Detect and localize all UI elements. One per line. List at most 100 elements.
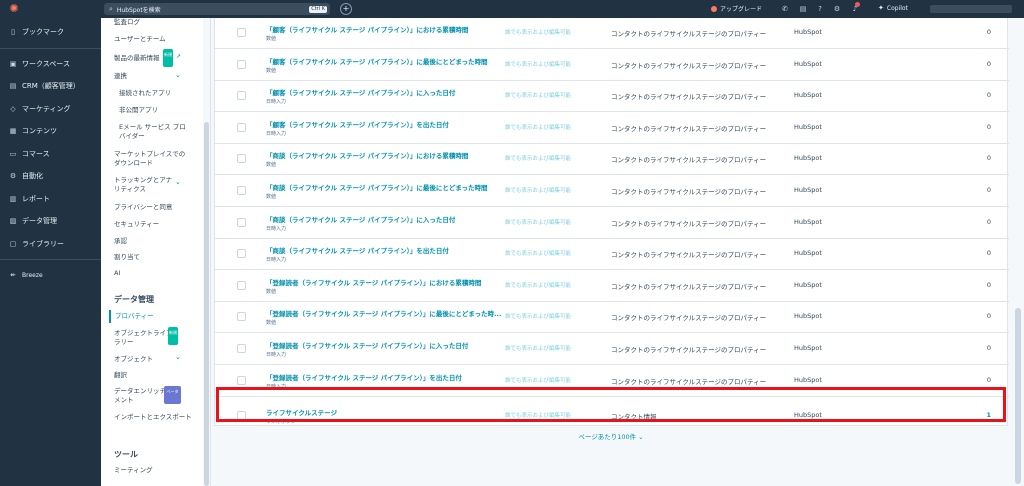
settings-scrollbar[interactable] (203, 18, 210, 486)
property-created-by: HubSpot (794, 312, 822, 321)
create-new-button[interactable]: + (340, 3, 352, 15)
row-checkbox[interactable] (237, 186, 246, 195)
table-row[interactable]: 「商談（ライフサイクル ステージ パイプライン）」における累積時間 数値 誰でも表示… (215, 144, 1009, 176)
property-field-type: 数値 (266, 320, 277, 327)
settings-item-integrations[interactable]: 連携 (114, 72, 127, 81)
settings-item-email-provider[interactable]: Eメール サービス プロ (119, 123, 186, 132)
settings-item-approvals[interactable]: 承認 (114, 237, 127, 246)
nav-item-reports[interactable]: ▥ レポート (0, 188, 101, 211)
settings-item-audit-log[interactable]: 監査ログ (114, 18, 140, 27)
row-checkbox[interactable] (237, 312, 246, 322)
settings-item-objects[interactable]: オブジェクト (114, 355, 153, 364)
settings-item-data-enrichment[interactable]: データエンリッチ (114, 387, 166, 396)
settings-item-connected-apps[interactable]: 接続されたアプリ (119, 89, 171, 98)
property-name-link[interactable]: 「商談（ライフサイクル ステージ パイプライン）」を出た日付 (266, 245, 449, 255)
settings-item-security[interactable]: セキュリティー (114, 220, 159, 229)
settings-item-privacy[interactable]: プライバシーと同意 (114, 203, 172, 212)
settings-item-object-library-cont[interactable]: ラリー (114, 338, 134, 347)
main-scrollbar[interactable] (1014, 18, 1022, 486)
nav-item-crm[interactable]: ▤ CRM（顧客管理） (0, 75, 101, 98)
property-name-link[interactable]: 「顧客（ライフサイクル ステージ パイプライン）」に最後にとどまった時間 (266, 56, 488, 66)
nav-item-bookmarks[interactable]: ▯ ブックマーク (0, 21, 101, 44)
table-row[interactable]: 「顧客（ライフサイクル ステージ パイプライン）」に入った日付 日時入力 誰でも表示… (215, 81, 1009, 113)
table-row[interactable]: 「登録読者（ライフサイクル ステージ パイプライン）」に最後にとどまった時...… (215, 302, 1009, 334)
main-scrollbar-thumb[interactable] (1015, 308, 1021, 484)
property-name-link[interactable]: 「登録読者（ライフサイクル ステージ パイプライン）」における累積時間 (266, 277, 481, 287)
row-checkbox[interactable] (237, 280, 246, 290)
settings-item-properties[interactable]: プロパティー (109, 310, 154, 323)
table-row[interactable]: 「商談（ライフサイクル ステージ パイプライン）」に最後にとどまった時間 数値 誰で… (215, 176, 1009, 207)
nav-item-breeze[interactable]: ↞ Breeze (0, 264, 101, 287)
table-row[interactable]: 「登録読者（ライフサイクル ステージ パイプライン）」における累積時間 数値 誰でも… (215, 271, 1009, 302)
settings-gear-icon[interactable]: ⚙ (832, 4, 842, 14)
property-name-link[interactable]: 「登録読者（ライフサイクル ステージ パイプライン）」を出た日付 (266, 372, 462, 382)
settings-item-product-updates[interactable]: 製品の最新情報 (114, 54, 160, 63)
row-checkbox[interactable] (237, 249, 246, 259)
table-row[interactable]: 「商談（ライフサイクル ステージ パイプライン）」に入った日付 日時入力 誰でも表示… (215, 208, 1009, 239)
property-name-link[interactable]: 「商談（ライフサイクル ステージ パイプライン）」に最後にとどまった時間 (266, 182, 488, 192)
settings-scrollbar-thumb[interactable] (204, 122, 209, 486)
table-row[interactable]: 「顧客（ライフサイクル ステージ パイプライン）」に最後にとどまった時間 数値 誰で… (215, 50, 1009, 81)
calling-icon[interactable]: ✆ (780, 4, 790, 14)
section-header-data-management: データ管理 (114, 295, 154, 304)
table-row[interactable]: 「顧客（ライフサイクル ステージ パイプライン）」における累積時間 数値 誰でも表示… (215, 18, 1009, 49)
settings-item-translation[interactable]: 翻訳 (114, 371, 127, 380)
nav-item-library[interactable]: ▢ ライブラリー (0, 233, 101, 256)
property-name-link[interactable]: 「顧客（ライフサイクル ステージ パイプライン）」における累積時間 (266, 24, 468, 34)
help-icon[interactable]: ? (815, 4, 825, 14)
row-checkbox[interactable] (237, 154, 246, 164)
property-field-type: 数値 (266, 36, 277, 42)
table-row[interactable]: 「顧客（ライフサイクル ステージ パイプライン）」を出た日付 日時入力 誰でも表示お… (215, 113, 1009, 144)
property-field-type: 日時入力 (266, 225, 287, 232)
nav-item-marketing[interactable]: ◇ マーケティング (0, 98, 101, 121)
settings-item-meetings[interactable]: ミーティング (114, 466, 153, 475)
property-name-link[interactable]: 「登録読者（ライフサイクル ステージ パイプライン）」に入った日付 (266, 340, 468, 350)
settings-item-object-library[interactable]: オブジェクトライブ (114, 329, 173, 338)
table-row[interactable]: 「登録読者（ライフサイクル ステージ パイプライン）」に入った日付 日時入力 誰でも… (215, 334, 1009, 365)
external-link-icon[interactable]: ↗ (176, 53, 181, 60)
nav-item-commerce[interactable]: ▭ コマース (0, 143, 101, 166)
property-name-link[interactable]: 「商談（ライフサイクル ステージ パイプライン）」に入った日付 (266, 214, 455, 224)
settings-item-data-enrichment-cont[interactable]: メント (114, 396, 134, 405)
settings-item-ai[interactable]: AI (114, 269, 120, 278)
settings-item-private-apps[interactable]: 非公開アプリ (119, 106, 158, 115)
account-menu[interactable] (930, 5, 1012, 13)
chevron-down-icon[interactable]: ⌄ (175, 178, 181, 186)
global-search-input[interactable]: ⌕ HubSpotを検索 Ctrl K (104, 3, 330, 15)
automation-icon: ⚙ (9, 172, 17, 181)
settings-item-tracking-cont[interactable]: リティクス (114, 185, 146, 194)
property-name-link[interactable]: 「顧客（ライフサイクル ステージ パイプライン）」に入った日付 (266, 87, 455, 97)
hubspot-logo-icon[interactable]: ✺ (7, 2, 21, 16)
nav-item-automation[interactable]: ⚙ 自動化 (0, 165, 101, 188)
upgrade-button[interactable]: アップグレード (711, 4, 762, 13)
row-checkbox[interactable] (237, 91, 246, 101)
property-created-by: HubSpot (794, 28, 822, 36)
settings-item-users-teams[interactable]: ユーザーとチーム (114, 35, 166, 44)
chevron-down-icon[interactable]: ⌄ (175, 353, 181, 361)
row-checkbox[interactable] (237, 59, 246, 69)
nav-item-data-management[interactable]: ▨ データ管理 (0, 210, 101, 233)
row-checkbox[interactable] (237, 217, 246, 227)
page-size-selector[interactable]: ページあたり100件 ⌄ (214, 431, 1008, 441)
row-checkbox[interactable] (237, 344, 246, 353)
settings-item-marketplace-downloads[interactable]: マーケットプレイスでの (114, 150, 185, 159)
copilot-sparkle-icon: ✦ (878, 4, 884, 12)
copilot-button[interactable]: ✦ Copilot (878, 4, 908, 12)
settings-item-marketplace-downloads-cont[interactable]: ダウンロード (114, 159, 153, 168)
settings-item-tracking[interactable]: トラッキングとアナ (114, 176, 172, 185)
settings-item-import-export[interactable]: インポートとエクスポート (114, 413, 192, 422)
marketplace-icon[interactable]: ▤ (798, 4, 808, 14)
chevron-down-icon[interactable]: ⌄ (175, 71, 181, 79)
property-name-link[interactable]: 「登録読者（ライフサイクル ステージ パイプライン）」に最後にとどまった時... (266, 308, 501, 318)
settings-item-email-provider-cont[interactable]: バイダー (119, 132, 145, 141)
property-name-link[interactable]: 「商談（ライフサイクル ステージ パイプライン）」における累積時間 (266, 150, 468, 160)
row-checkbox[interactable] (237, 28, 246, 37)
settings-item-assignments[interactable]: 割り当て (114, 253, 140, 262)
row-checkbox[interactable] (237, 122, 246, 132)
nav-item-content[interactable]: ▦ コンテンツ (0, 120, 101, 143)
property-name-link[interactable]: 「顧客（ライフサイクル ステージ パイプライン）」を出た日付 (266, 119, 449, 129)
table-row[interactable]: 「商談（ライフサイクル ステージ パイプライン）」を出た日付 日時入力 誰でも表示お… (215, 239, 1009, 271)
nav-item-workspaces[interactable]: ▣ ワークスペース (0, 53, 101, 76)
row-checkbox[interactable] (237, 375, 246, 385)
property-created-by: HubSpot (794, 122, 822, 131)
